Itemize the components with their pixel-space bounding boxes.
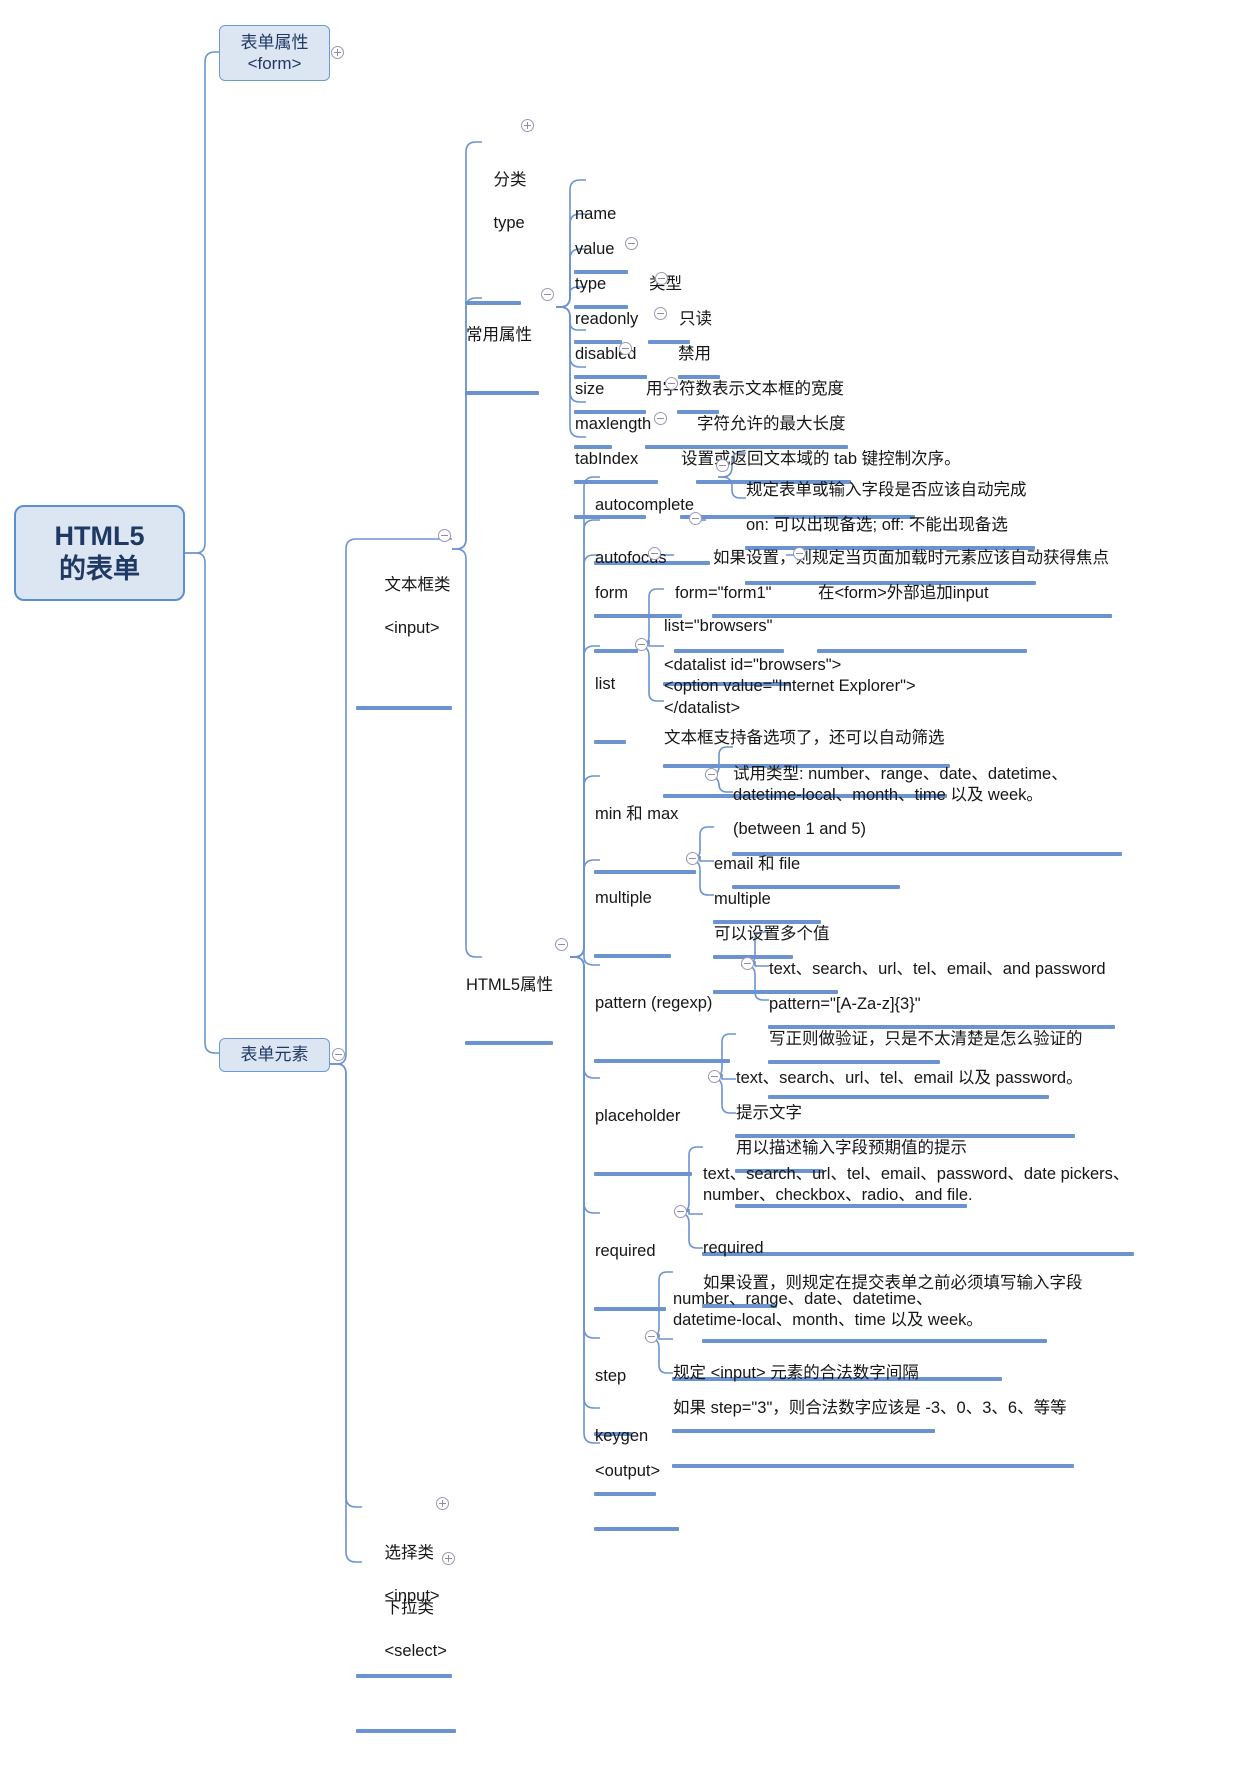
- branch-form-attributes-label-line2: <form>: [247, 54, 302, 73]
- branch-form-attributes-label-line1: 表单属性: [240, 32, 309, 52]
- minus-circle-icon-h5-form-value[interactable]: [793, 547, 806, 560]
- node-html5-attributes[interactable]: HTML5属性: [465, 932, 553, 1088]
- node-dropdown-class[interactable]: 下拉类 <select>: [356, 1534, 456, 1776]
- minus-circle-icon-html5-attributes[interactable]: [555, 938, 568, 951]
- node-underline: [465, 391, 539, 396]
- plus-circle-icon-form-attributes[interactable]: [331, 46, 344, 59]
- node-dropdown-class-line1: 下拉类: [384, 1599, 435, 1618]
- minus-circle-icon-h5-placeholder[interactable]: [708, 1070, 721, 1083]
- minus-circle-icon-h5-required[interactable]: [674, 1205, 687, 1218]
- minus-circle-icon-attr-type[interactable]: [625, 237, 638, 250]
- minus-circle-icon-attr-maxlength[interactable]: [665, 377, 678, 390]
- root-title-line1: HTML5: [54, 521, 145, 552]
- minus-circle-icon-attr-size[interactable]: [619, 342, 632, 355]
- minus-circle-icon-h5-autofocus[interactable]: [689, 512, 702, 525]
- node-h5-output[interactable]: <output>: [594, 1418, 679, 1574]
- minus-circle-icon-h5-min-max[interactable]: [705, 768, 718, 781]
- minus-circle-icon-common-attributes[interactable]: [541, 288, 554, 301]
- node-html5-attributes-label: HTML5属性: [466, 975, 554, 994]
- branch-form-elements[interactable]: 表单元素: [219, 1038, 330, 1072]
- node-underline: [594, 1172, 692, 1177]
- minus-circle-icon-h5-autocomplete[interactable]: [716, 459, 729, 472]
- node-h5-placeholder[interactable]: placeholder: [594, 1063, 692, 1219]
- minus-circle-icon-h5-form[interactable]: [648, 547, 661, 560]
- node-type-category-line1: 分类: [493, 171, 527, 190]
- minus-circle-icon-h5-multiple[interactable]: [686, 852, 699, 865]
- plus-circle-icon-type-category[interactable]: [521, 119, 534, 132]
- node-common-attributes[interactable]: 常用属性: [465, 282, 539, 438]
- node-underline: [356, 1728, 456, 1733]
- node-underline: [356, 705, 452, 710]
- plus-circle-icon-select-class[interactable]: [436, 1497, 449, 1510]
- node-textbox-input-line2: <input>: [384, 619, 440, 638]
- node-textbox-input[interactable]: 文本框类 <input>: [356, 511, 452, 753]
- node-underline: [594, 1307, 666, 1312]
- node-common-attributes-label: 常用属性: [466, 325, 532, 344]
- node-underline: [672, 1464, 1074, 1469]
- mindmap-canvas: HTML5 的表单 表单属性 <form> 表单元素 文本框类 <input> …: [0, 0, 1250, 1733]
- branch-form-elements-label: 表单元素: [240, 1045, 309, 1065]
- branch-form-attributes[interactable]: 表单属性 <form>: [219, 25, 330, 81]
- node-underline: [594, 740, 626, 745]
- minus-circle-icon-textbox-input[interactable]: [438, 529, 451, 542]
- minus-circle-icon-form-elements[interactable]: [332, 1048, 345, 1061]
- root-title-line2: 的表单: [59, 554, 140, 584]
- node-type-category-line2: type: [493, 214, 525, 233]
- node-underline: [594, 1527, 679, 1532]
- node-h5-step-example[interactable]: 如果 step="3"，则合法数字应该是 -3、0、3、6、等等: [672, 1355, 1074, 1511]
- minus-circle-icon-h5-step[interactable]: [645, 1330, 658, 1343]
- minus-circle-icon-h5-pattern[interactable]: [741, 957, 754, 970]
- root-node[interactable]: HTML5 的表单: [14, 505, 185, 601]
- minus-circle-icon-attr-disabled[interactable]: [654, 307, 667, 320]
- node-underline: [465, 1041, 553, 1046]
- plus-circle-icon-dropdown-class[interactable]: [442, 1552, 455, 1565]
- minus-circle-icon-h5-list[interactable]: [635, 638, 648, 651]
- node-textbox-input-line1: 文本框类: [384, 576, 451, 595]
- node-dropdown-class-line2: <select>: [384, 1642, 447, 1661]
- minus-circle-icon-attr-readonly[interactable]: [655, 272, 668, 285]
- minus-circle-icon-attr-tabindex[interactable]: [654, 412, 667, 425]
